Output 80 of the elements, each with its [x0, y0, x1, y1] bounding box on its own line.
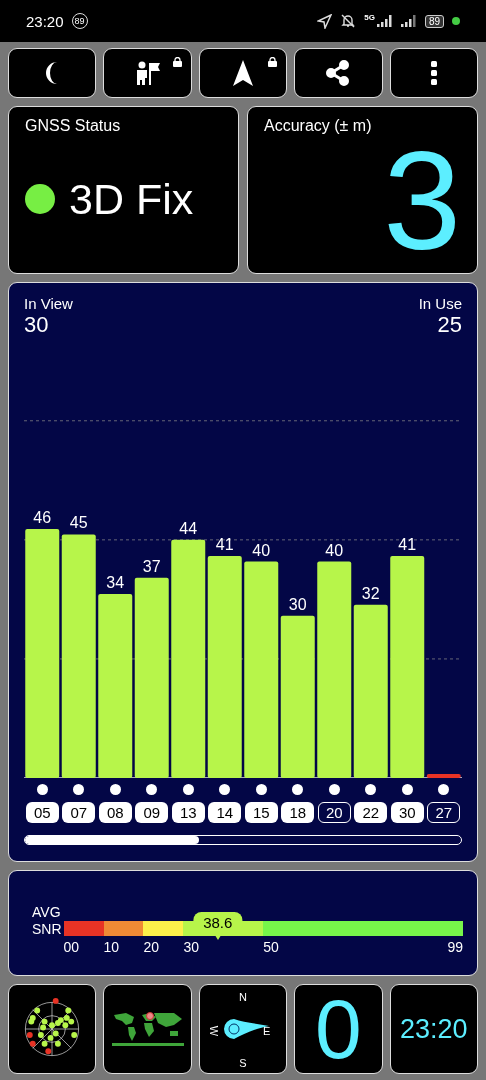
bar-value: 32	[361, 584, 380, 602]
satellite-id: 30	[390, 802, 424, 823]
widget-tile[interactable]	[8, 984, 97, 1074]
satellite-id: 18	[281, 802, 315, 823]
muted-bell-icon	[340, 13, 357, 29]
bar-value: 44	[179, 519, 198, 537]
in-use-count: 25	[437, 312, 462, 338]
network-type: 5G	[364, 13, 375, 22]
satellite-id: 15	[244, 802, 278, 823]
bar-value: 34	[106, 573, 125, 591]
bar-value: 40	[325, 541, 344, 559]
status-time: 23:20	[26, 12, 64, 30]
clock-display: 23:20	[400, 1013, 468, 1045]
card-title: GNSS Status	[25, 117, 122, 135]
satellite-dot	[365, 784, 377, 795]
toolbar-button[interactable]	[103, 48, 192, 98]
satellite-id: 20	[317, 802, 351, 823]
satellite-dot	[73, 784, 85, 795]
in-use-label: In Use	[418, 295, 462, 312]
scale-tick: 20	[143, 939, 159, 955]
satellite-dot	[36, 784, 48, 795]
south-label: S	[239, 1057, 247, 1069]
more-icon	[430, 61, 437, 85]
bar-value: 41	[215, 536, 234, 554]
battery-indicator: 89	[424, 14, 444, 28]
person-flag-icon	[134, 60, 161, 86]
east-label: E	[262, 1025, 271, 1037]
satellite-dot	[292, 784, 304, 795]
satellite-dot	[146, 784, 158, 795]
in-view-label: In View	[24, 295, 73, 312]
satellite-id: 05	[25, 802, 59, 823]
satellite-id: 08	[98, 802, 132, 823]
navigation-arrow-icon	[233, 60, 253, 86]
scale-tick: 00	[63, 939, 80, 955]
satellite-dot	[401, 784, 413, 795]
bar-value: 46	[33, 509, 52, 527]
widget-tile[interactable]	[103, 984, 192, 1074]
snr-label: SNR	[32, 921, 62, 938]
widget-tile[interactable]: N E S W	[198, 984, 288, 1074]
satellite-id: 27	[427, 802, 461, 823]
compass-needle-icon	[223, 1018, 269, 1040]
toolbar-button[interactable]	[389, 48, 479, 98]
in-view-count: 30	[24, 312, 49, 338]
satellite-dot	[438, 784, 450, 795]
avg-label: AVG	[32, 904, 62, 921]
satellite-dot	[328, 784, 340, 795]
accuracy-value: 3	[383, 141, 461, 260]
toolbar-button[interactable]	[198, 48, 288, 98]
satellite-id: 09	[135, 802, 169, 823]
scale-tick: 30	[183, 939, 199, 955]
bar-value: 41	[398, 536, 417, 554]
number-display: 0	[315, 987, 362, 1071]
widget-tile[interactable]: 0	[294, 984, 383, 1074]
satellite-dot	[219, 784, 231, 795]
satellite-id: 14	[208, 802, 242, 823]
privacy-dot	[452, 17, 460, 25]
widget-tile[interactable]: 23:20	[389, 984, 479, 1074]
toolbar-button[interactable]	[294, 48, 383, 98]
bar-value: 37	[142, 557, 161, 575]
card-title: Accuracy (± m)	[264, 117, 373, 135]
scale-tick: 10	[103, 939, 120, 955]
satellite-id: 22	[354, 802, 388, 823]
satellite-id: 13	[171, 802, 205, 823]
satellite-id: 07	[62, 802, 96, 823]
satellite-dot	[255, 784, 267, 795]
satellite-dot	[182, 784, 194, 795]
fix-status: 3D Fix	[69, 174, 194, 224]
satellite-dot	[109, 784, 121, 795]
toolbar-button[interactable]	[8, 48, 97, 98]
scale-tick: 99	[447, 939, 463, 955]
bar-value: 30	[288, 595, 307, 613]
signal-icon	[376, 15, 393, 27]
share-icon	[326, 60, 351, 86]
north-label: N	[239, 991, 247, 1003]
bar-value: 40	[252, 541, 271, 559]
location-icon	[317, 13, 333, 29]
signal-icon	[400, 15, 417, 27]
scale-tick: 50	[263, 939, 279, 955]
west-label: W	[208, 1025, 220, 1037]
bar-value: 45	[69, 514, 88, 532]
